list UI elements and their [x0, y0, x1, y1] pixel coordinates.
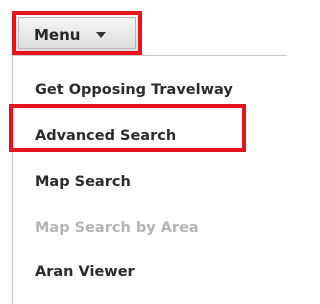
menu-item-map-search[interactable]: Map Search: [35, 174, 131, 190]
menu-item-get-opposing-travelway[interactable]: Get Opposing Travelway: [35, 82, 233, 98]
chevron-down-icon: [96, 32, 106, 38]
menu-item-aran-viewer[interactable]: Aran Viewer: [35, 264, 135, 280]
advanced-search-highlight-box: [9, 104, 246, 152]
menu-item-map-search-by-area: Map Search by Area: [35, 220, 199, 236]
menu-button-label: Menu: [34, 26, 81, 44]
menu-button[interactable]: Menu: [12, 11, 142, 55]
menu-dropdown: Get Opposing Travelway Advanced Search M…: [12, 55, 287, 304]
